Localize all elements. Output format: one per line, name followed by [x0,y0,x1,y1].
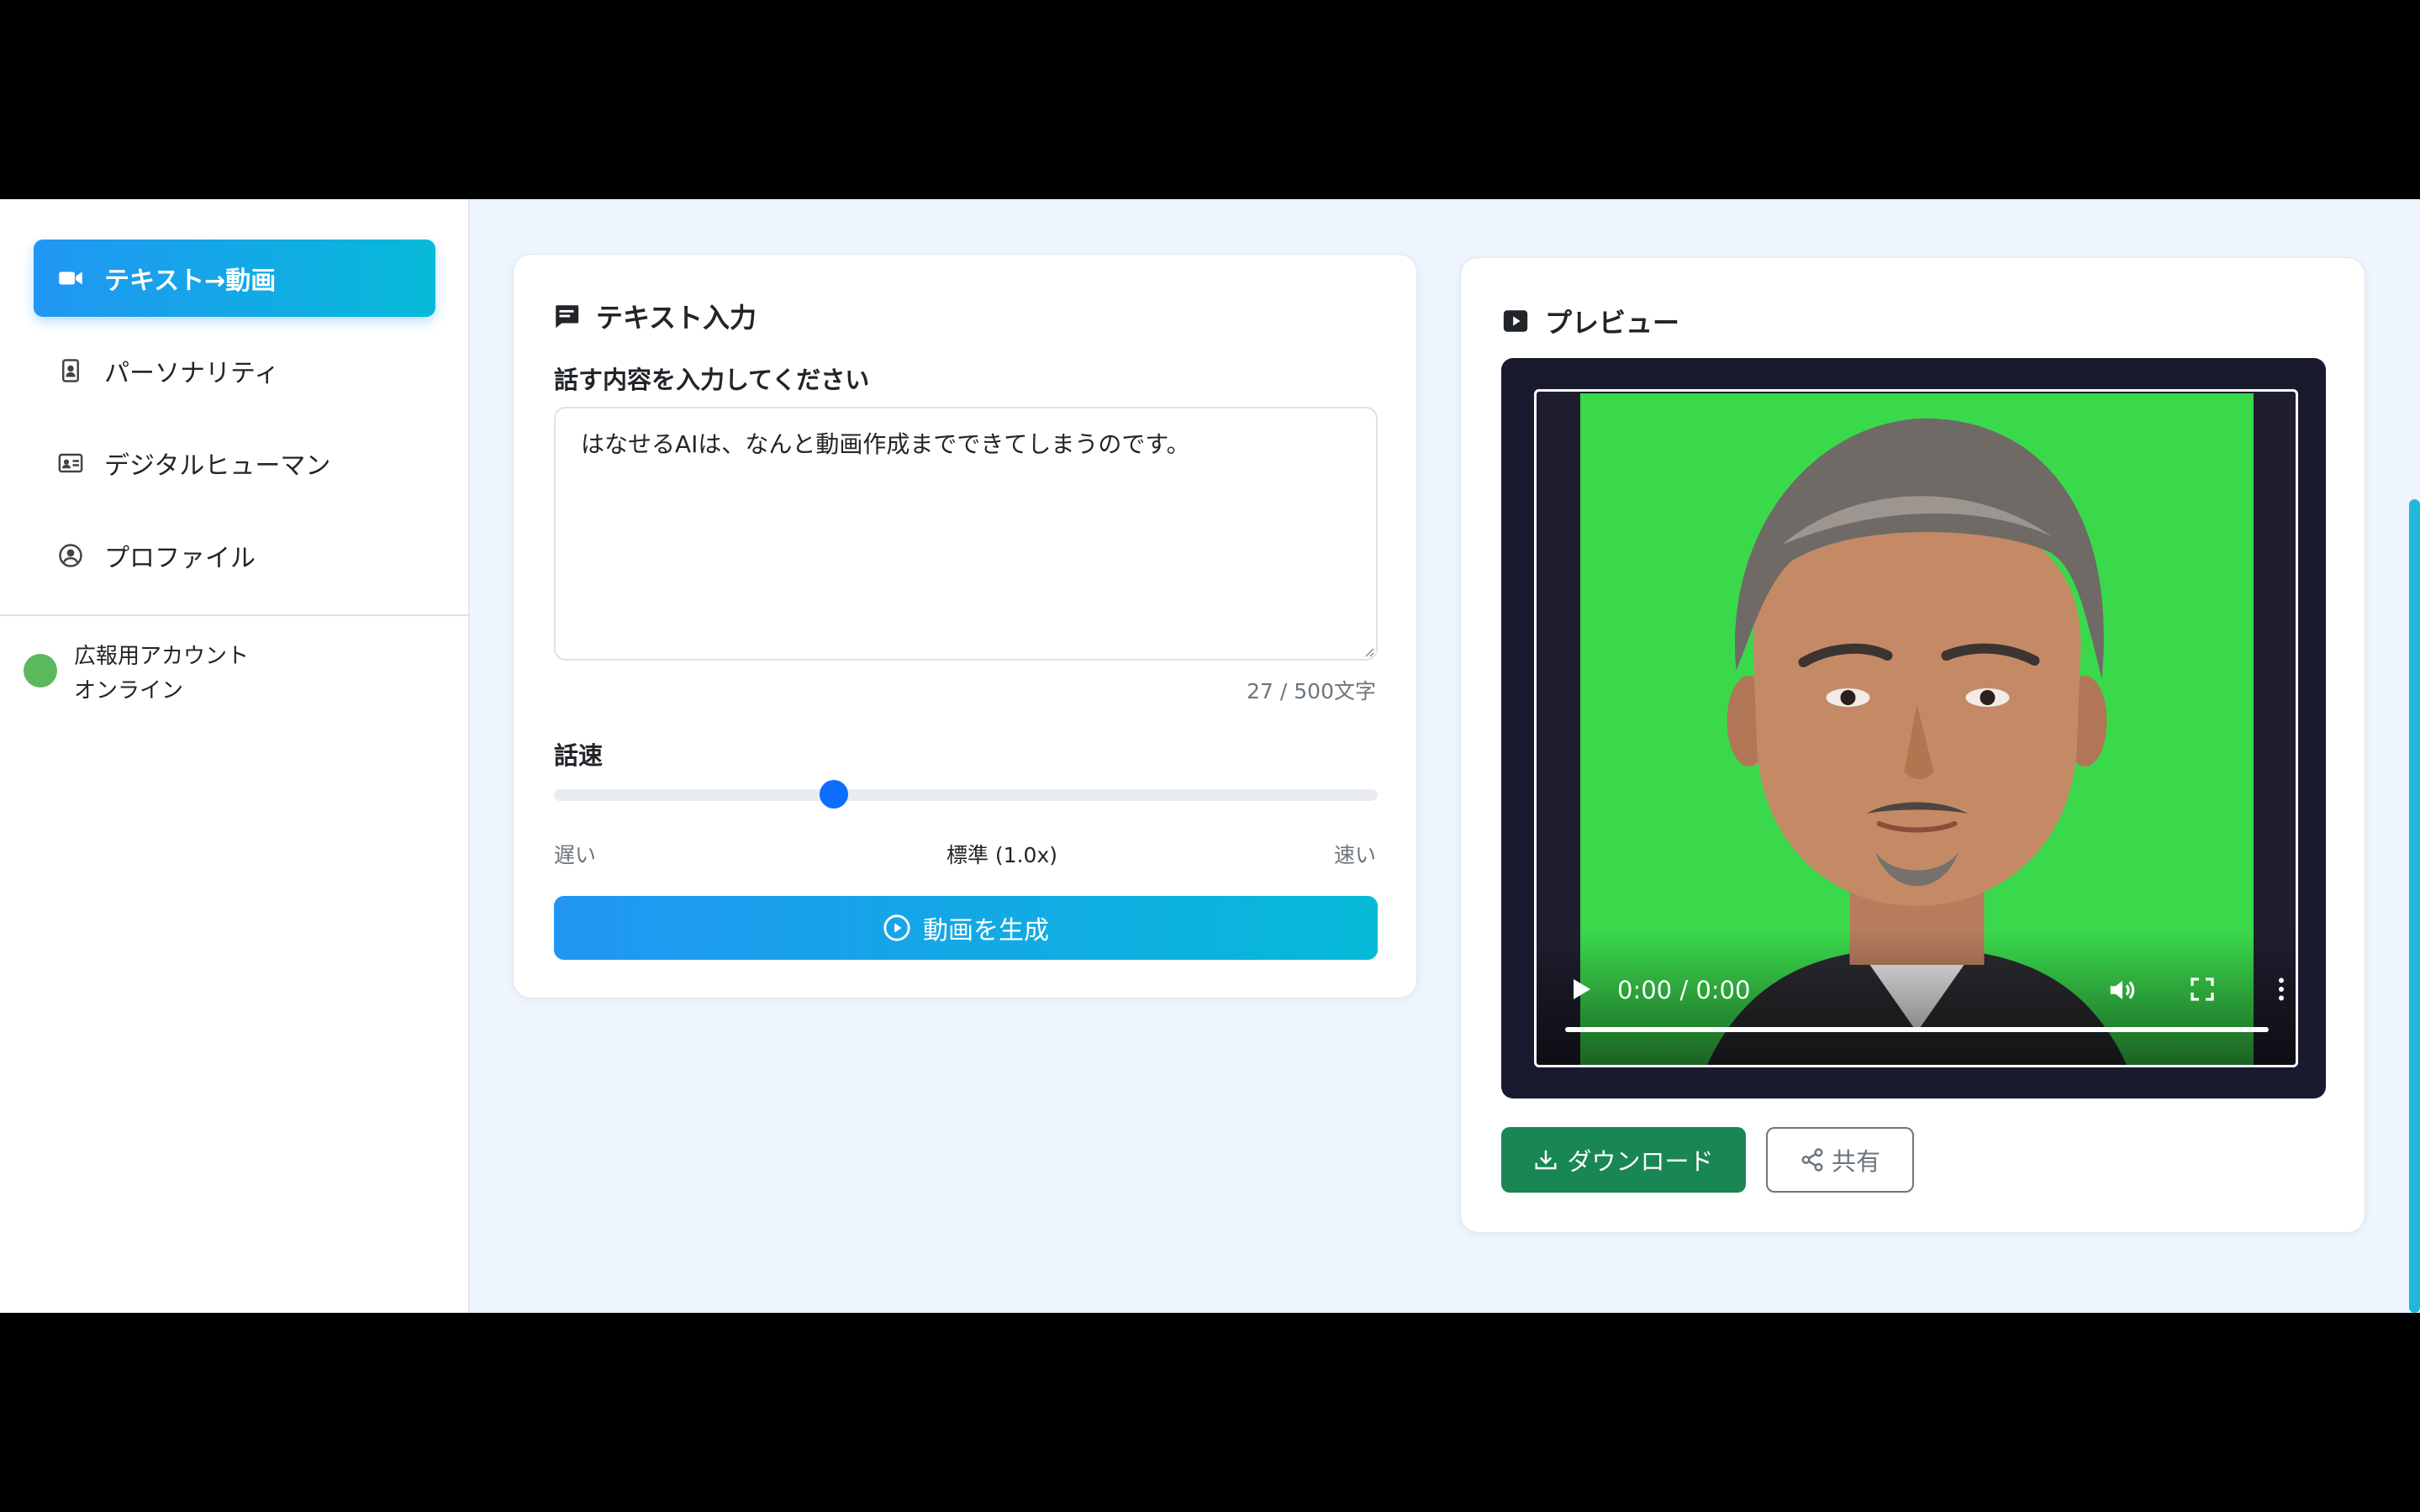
speech-speed-label: 話速 [554,741,604,770]
card-title-text: プレビュー [1545,307,1680,339]
sidebar-item-label: テキスト→動画 [104,266,277,296]
share-button-label: 共有 [1831,1147,1880,1176]
download-button[interactable]: ダウンロード [1501,1127,1746,1193]
text-input-card: テキスト入力 話す内容を入力してください はなせるAIは、なんと動画作成まででき… [513,254,1417,998]
sidebar-divider [0,614,470,616]
resize-grip-icon[interactable] [1361,644,1374,657]
speed-max-label: 速い [1333,843,1376,867]
speech-text-input[interactable]: はなせるAIは、なんと動画作成までできてしまうのです。 [554,407,1378,661]
speed-min-label: 遅い [554,843,597,867]
speed-current-label: 標準 (1.0x) [946,843,1057,867]
volume-icon[interactable] [2106,974,2138,1006]
video-progress-bar[interactable] [1565,1027,2269,1032]
card-title-text: テキスト入力 [596,302,757,334]
preview-card: プレビュー 0:00 / 0:00 ダウンロード 共有 [1460,257,2365,1233]
sidebar-item-label: デジタルヒューマン [104,451,331,481]
sidebar: テキスト→動画 パーソナリティ デジタルヒューマン プロファイル 広報用アカウン… [0,199,470,1313]
sidebar-item-text-to-video[interactable]: テキスト→動画 [34,240,435,317]
character-count: 27 / 500文字 [1247,679,1376,703]
account-name: 広報用アカウント [74,644,250,669]
text-input-label: 話す内容を入力してください [554,366,870,394]
sidebar-item-label: プロファイル [104,544,256,573]
share-button[interactable]: 共有 [1766,1127,1914,1193]
online-status-dot [24,654,57,688]
more-options-icon[interactable] [2266,974,2296,1004]
sidebar-item-digital-human[interactable]: デジタルヒューマン [34,424,435,502]
page-scrollbar-thumb[interactable] [2409,499,2420,1313]
chat-icon [556,305,579,329]
app-root: テキスト→動画 パーソナリティ デジタルヒューマン プロファイル 広報用アカウン… [0,199,2420,1313]
text-input-title: テキスト入力 [552,297,757,335]
sidebar-item-profile[interactable]: プロファイル [34,517,435,594]
share-icon [1801,1148,1823,1172]
video-frame: 0:00 / 0:00 [1501,358,2326,1098]
download-button-label: ダウンロード [1567,1147,1714,1176]
video-time-display: 0:00 / 0:00 [1617,976,1751,1004]
account-status: オンライン [74,678,184,703]
id-badge-icon [55,356,86,386]
generate-button-label: 動画を生成 [923,916,1049,946]
speech-speed-slider-thumb[interactable] [820,780,849,809]
speech-speed-slider-track[interactable] [554,789,1378,801]
video-player[interactable]: 0:00 / 0:00 [1534,389,2298,1067]
video-play-icon [1503,310,1528,332]
user-circle-icon [55,540,86,571]
generate-video-button[interactable]: 動画を生成 [554,896,1378,960]
fullscreen-icon[interactable] [2189,976,2216,1003]
video-play-icon[interactable] [1567,976,1594,1003]
preview-title: プレビュー [1501,302,1679,340]
play-circle-icon [883,914,910,941]
id-card-icon [55,448,86,478]
sidebar-item-personality[interactable]: パーソナリティ [34,332,435,409]
video-camera-icon [55,263,86,293]
download-icon [1535,1150,1557,1170]
sidebar-item-label: パーソナリティ [104,359,280,388]
